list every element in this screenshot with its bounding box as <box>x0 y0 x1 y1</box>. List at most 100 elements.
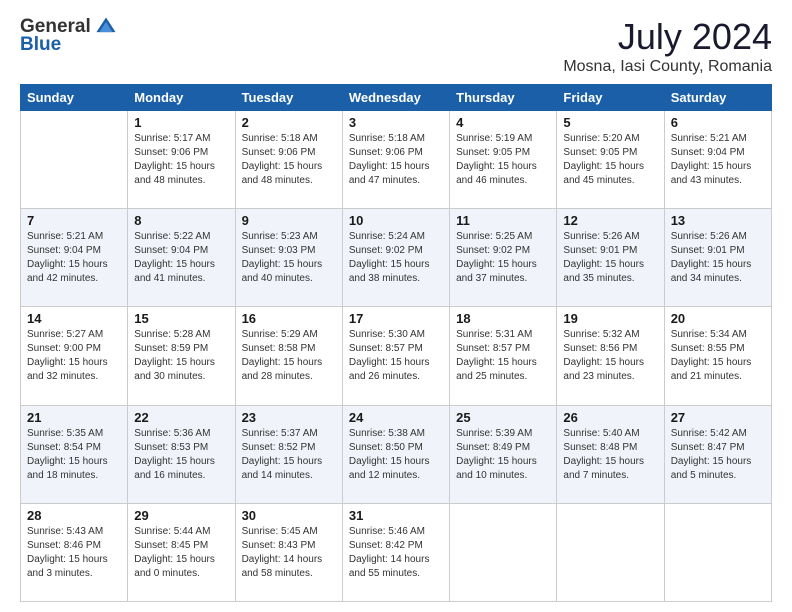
day-number: 18 <box>456 311 550 326</box>
subtitle: Mosna, Iasi County, Romania <box>563 58 772 76</box>
day-number: 31 <box>349 508 443 523</box>
day-info: Sunrise: 5:45 AMSunset: 8:43 PMDaylight:… <box>242 525 336 581</box>
table-row: 28 Sunrise: 5:43 AMSunset: 8:46 PMDayligh… <box>21 503 128 601</box>
table-row: 7 Sunrise: 5:21 AMSunset: 9:04 PMDaylight… <box>21 209 128 307</box>
table-row: 6Sunrise: 5:21 AMSunset: 9:04 PMDaylight… <box>664 111 771 209</box>
day-number: 11 <box>456 213 550 228</box>
day-info: Sunrise: 5:39 AMSunset: 8:49 PMDaylight:… <box>456 427 550 483</box>
day-number: 25 <box>456 410 550 425</box>
table-row: 20 Sunrise: 5:34 AMSunset: 8:55 PMDayligh… <box>664 307 771 405</box>
table-row: 9 Sunrise: 5:23 AMSunset: 9:03 PMDaylight… <box>235 209 342 307</box>
day-number: 24 <box>349 410 443 425</box>
day-number: 16 <box>242 311 336 326</box>
day-info: Sunrise: 5:21 AMSunset: 9:04 PMDaylight:… <box>27 230 121 286</box>
table-row: 30Sunrise: 5:45 AMSunset: 8:43 PMDayligh… <box>235 503 342 601</box>
table-row: 26 Sunrise: 5:40 AMSunset: 8:48 PMDayligh… <box>557 405 664 503</box>
day-number: 2 <box>242 115 336 130</box>
header: General Blue July 2024 Mosna, Iasi Count… <box>20 16 772 76</box>
day-number: 15 <box>134 311 228 326</box>
day-info: Sunrise: 5:37 AMSunset: 8:52 PMDaylight:… <box>242 427 336 483</box>
day-info: Sunrise: 5:18 AMSunset: 9:06 PMDaylight:… <box>242 132 336 188</box>
day-number: 27 <box>671 410 765 425</box>
table-row: 24 Sunrise: 5:38 AMSunset: 8:50 PMDayligh… <box>342 405 449 503</box>
col-saturday: Saturday <box>664 85 771 111</box>
logo: General Blue <box>20 16 117 56</box>
day-number: 21 <box>27 410 121 425</box>
day-number: 14 <box>27 311 121 326</box>
calendar-week-row: 21Sunrise: 5:35 AMSunset: 8:54 PMDayligh… <box>21 405 772 503</box>
day-info: Sunrise: 5:17 AMSunset: 9:06 PMDaylight:… <box>134 132 228 188</box>
table-row: 31 Sunrise: 5:46 AMSunset: 8:42 PMDayligh… <box>342 503 449 601</box>
day-info: Sunrise: 5:18 AMSunset: 9:06 PMDaylight:… <box>349 132 443 188</box>
table-row <box>450 503 557 601</box>
day-info: Sunrise: 5:38 AMSunset: 8:50 PMDaylight:… <box>349 427 443 483</box>
day-info: Sunrise: 5:27 AMSunset: 9:00 PMDaylight:… <box>27 328 121 384</box>
table-row: 25 Sunrise: 5:39 AMSunset: 8:49 PMDayligh… <box>450 405 557 503</box>
day-number: 22 <box>134 410 228 425</box>
day-info: Sunrise: 5:19 AMSunset: 9:05 PMDaylight:… <box>456 132 550 188</box>
day-info: Sunrise: 5:26 AMSunset: 9:01 PMDaylight:… <box>563 230 657 286</box>
calendar-week-row: 28 Sunrise: 5:43 AMSunset: 8:46 PMDayligh… <box>21 503 772 601</box>
day-info: Sunrise: 5:24 AMSunset: 9:02 PMDaylight:… <box>349 230 443 286</box>
day-number: 20 <box>671 311 765 326</box>
calendar-week-row: 1Sunrise: 5:17 AMSunset: 9:06 PMDaylight… <box>21 111 772 209</box>
table-row: 1Sunrise: 5:17 AMSunset: 9:06 PMDaylight… <box>128 111 235 209</box>
table-row: 5 Sunrise: 5:20 AMSunset: 9:05 PMDaylight… <box>557 111 664 209</box>
title-section: July 2024 Mosna, Iasi County, Romania <box>563 16 772 76</box>
day-info: Sunrise: 5:29 AMSunset: 8:58 PMDaylight:… <box>242 328 336 384</box>
table-row: 23 Sunrise: 5:37 AMSunset: 8:52 PMDayligh… <box>235 405 342 503</box>
col-friday: Friday <box>557 85 664 111</box>
day-number: 26 <box>563 410 657 425</box>
day-info: Sunrise: 5:26 AMSunset: 9:01 PMDaylight:… <box>671 230 765 286</box>
table-row: 13 Sunrise: 5:26 AMSunset: 9:01 PMDayligh… <box>664 209 771 307</box>
table-row <box>21 111 128 209</box>
day-info: Sunrise: 5:28 AMSunset: 8:59 PMDaylight:… <box>134 328 228 384</box>
day-number: 28 <box>27 508 121 523</box>
day-number: 10 <box>349 213 443 228</box>
table-row <box>664 503 771 601</box>
table-row: 16 Sunrise: 5:29 AMSunset: 8:58 PMDayligh… <box>235 307 342 405</box>
day-info: Sunrise: 5:30 AMSunset: 8:57 PMDaylight:… <box>349 328 443 384</box>
table-row: 17 Sunrise: 5:30 AMSunset: 8:57 PMDayligh… <box>342 307 449 405</box>
day-info: Sunrise: 5:31 AMSunset: 8:57 PMDaylight:… <box>456 328 550 384</box>
day-number: 17 <box>349 311 443 326</box>
calendar-header-row: Sunday Monday Tuesday Wednesday Thursday… <box>21 85 772 111</box>
day-info: Sunrise: 5:21 AMSunset: 9:04 PMDaylight:… <box>671 132 765 188</box>
table-row: 19 Sunrise: 5:32 AMSunset: 8:56 PMDayligh… <box>557 307 664 405</box>
day-info: Sunrise: 5:40 AMSunset: 8:48 PMDaylight:… <box>563 427 657 483</box>
table-row: 15 Sunrise: 5:28 AMSunset: 8:59 PMDayligh… <box>128 307 235 405</box>
day-number: 19 <box>563 311 657 326</box>
day-info: Sunrise: 5:20 AMSunset: 9:05 PMDaylight:… <box>563 132 657 188</box>
day-number: 7 <box>27 213 121 228</box>
table-row: 4Sunrise: 5:19 AMSunset: 9:05 PMDaylight… <box>450 111 557 209</box>
day-info: Sunrise: 5:44 AMSunset: 8:45 PMDaylight:… <box>134 525 228 581</box>
table-row: 29 Sunrise: 5:44 AMSunset: 8:45 PMDayligh… <box>128 503 235 601</box>
table-row: 11 Sunrise: 5:25 AMSunset: 9:02 PMDayligh… <box>450 209 557 307</box>
day-info: Sunrise: 5:34 AMSunset: 8:55 PMDaylight:… <box>671 328 765 384</box>
day-number: 23 <box>242 410 336 425</box>
table-row: 8Sunrise: 5:22 AMSunset: 9:04 PMDaylight… <box>128 209 235 307</box>
day-info: Sunrise: 5:32 AMSunset: 8:56 PMDaylight:… <box>563 328 657 384</box>
day-number: 9 <box>242 213 336 228</box>
day-number: 12 <box>563 213 657 228</box>
logo-blue: Blue <box>20 34 61 56</box>
day-number: 29 <box>134 508 228 523</box>
day-info: Sunrise: 5:42 AMSunset: 8:47 PMDaylight:… <box>671 427 765 483</box>
day-info: Sunrise: 5:25 AMSunset: 9:02 PMDaylight:… <box>456 230 550 286</box>
table-row <box>557 503 664 601</box>
table-row: 2 Sunrise: 5:18 AMSunset: 9:06 PMDaylight… <box>235 111 342 209</box>
day-info: Sunrise: 5:22 AMSunset: 9:04 PMDaylight:… <box>134 230 228 286</box>
month-title: July 2024 <box>563 16 772 58</box>
day-info: Sunrise: 5:46 AMSunset: 8:42 PMDaylight:… <box>349 525 443 581</box>
table-row: 12 Sunrise: 5:26 AMSunset: 9:01 PMDayligh… <box>557 209 664 307</box>
day-number: 13 <box>671 213 765 228</box>
day-info: Sunrise: 5:43 AMSunset: 8:46 PMDaylight:… <box>27 525 121 581</box>
table-row: 18 Sunrise: 5:31 AMSunset: 8:57 PMDayligh… <box>450 307 557 405</box>
col-tuesday: Tuesday <box>235 85 342 111</box>
page: General Blue July 2024 Mosna, Iasi Count… <box>0 0 792 612</box>
col-wednesday: Wednesday <box>342 85 449 111</box>
day-info: Sunrise: 5:23 AMSunset: 9:03 PMDaylight:… <box>242 230 336 286</box>
col-monday: Monday <box>128 85 235 111</box>
day-number: 5 <box>563 115 657 130</box>
calendar-week-row: 14 Sunrise: 5:27 AMSunset: 9:00 PMDayligh… <box>21 307 772 405</box>
